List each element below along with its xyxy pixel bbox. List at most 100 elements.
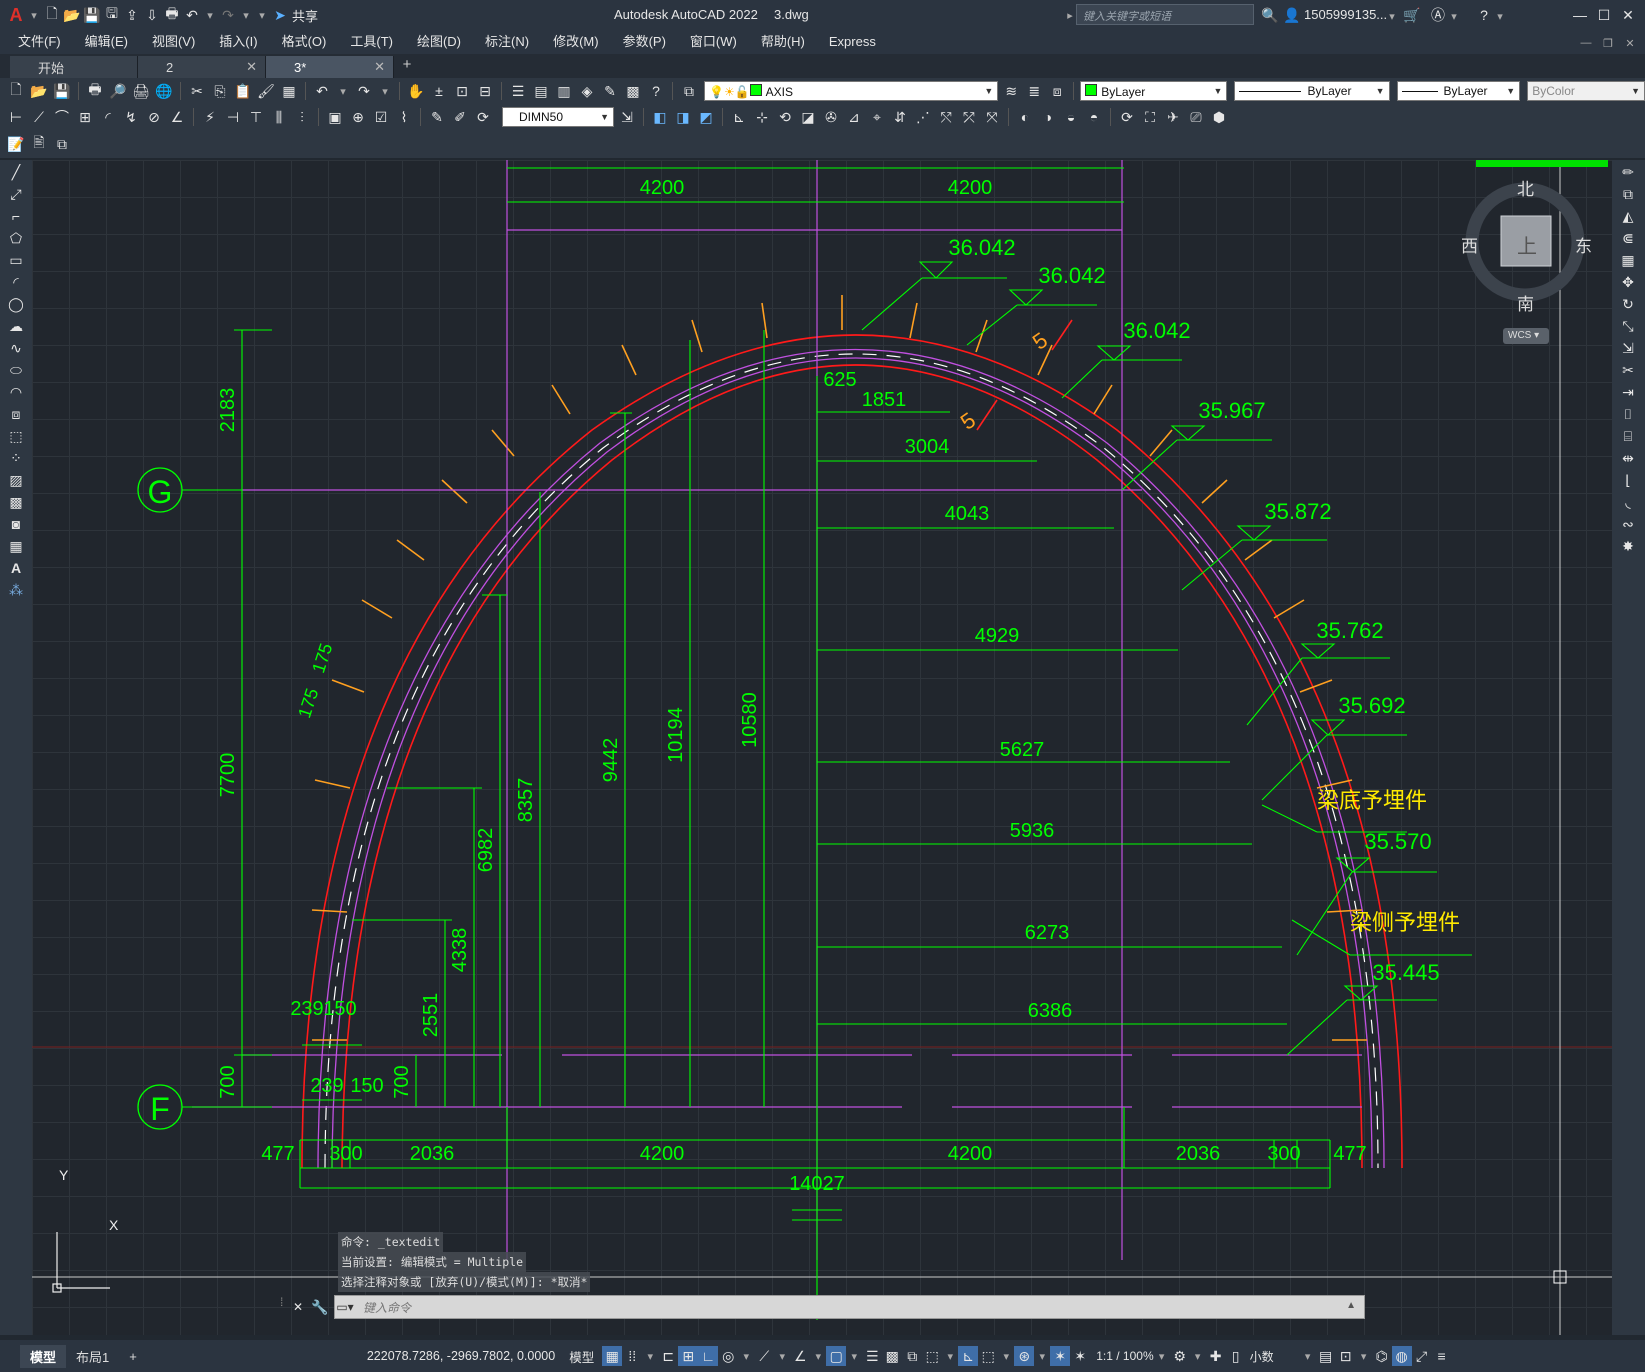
units-icon[interactable]: ▯	[1226, 1346, 1246, 1366]
a360-dropdown-icon[interactable]: ▾	[1446, 6, 1462, 26]
qnew-icon[interactable]: 🗋	[6, 81, 26, 101]
ucs-zaxis-icon[interactable]: ⇵	[890, 107, 910, 127]
user-dropdown-icon[interactable]: ▾	[1384, 6, 1400, 26]
inspection-icon[interactable]: ☑	[371, 107, 391, 127]
offset-icon[interactable]: ⋐	[1618, 228, 1638, 248]
region-icon[interactable]: ◙	[6, 514, 26, 534]
layer-isolate-icon[interactable]: ⧉	[52, 134, 72, 154]
compass-west[interactable]: 西	[1461, 232, 1478, 257]
continue-dim-icon[interactable]: ⊤	[246, 107, 266, 127]
undo-icon[interactable]: ↶	[182, 5, 202, 25]
quickcalc-icon[interactable]: ▩	[623, 81, 643, 101]
ellipse-icon[interactable]: ⬭	[6, 360, 26, 380]
copy-object-icon[interactable]: ⧉	[1618, 184, 1638, 204]
layer-previous-icon[interactable]: ≣	[1024, 81, 1044, 101]
publish-icon[interactable]: 🖨	[131, 81, 151, 101]
color-dropdown[interactable]: ByLayer ▼	[1080, 81, 1228, 101]
menu-express[interactable]: Express	[817, 30, 888, 54]
view-front-icon[interactable]: ◧	[650, 107, 670, 127]
tab-3[interactable]: 3* ✕	[266, 56, 394, 78]
polar-tracking-icon[interactable]: ◎	[718, 1346, 738, 1366]
paste-icon[interactable]: 📋	[233, 81, 253, 101]
save-icon[interactable]: 💾	[82, 5, 102, 25]
selection-filter-icon[interactable]: ⬚	[978, 1346, 998, 1366]
ucs-origin-icon[interactable]: ⌖	[867, 107, 887, 127]
walk-icon[interactable]: ⛶	[1140, 107, 1160, 127]
help-icon[interactable]: ?	[1474, 5, 1494, 25]
zoom-previous-icon[interactable]: ⊟	[475, 81, 495, 101]
visual-style-realistic-icon[interactable]: ◒	[1061, 107, 1081, 127]
markup-icon[interactable]: ✎	[600, 81, 620, 101]
annotation-monitor-icon[interactable]: ✚	[1206, 1346, 1226, 1366]
compass-east[interactable]: 东	[1575, 232, 1592, 257]
search-icon[interactable]: 🔍	[1260, 5, 1280, 25]
aligned-dim-icon[interactable]: ⟋	[29, 107, 49, 127]
layer-properties-icon[interactable]: ⧉	[679, 81, 699, 101]
close-tab-icon[interactable]: ✕	[374, 59, 385, 75]
doc-minimize-icon[interactable]: —	[1578, 33, 1594, 53]
menu-dimension[interactable]: 标注(N)	[473, 30, 541, 54]
osnap-dropdown-icon[interactable]: ▾	[846, 1346, 862, 1366]
text-edit-icon[interactable]: 📝	[6, 134, 26, 154]
arc-icon[interactable]: ◜	[6, 272, 26, 292]
help-dropdown-icon[interactable]: ▾	[1492, 6, 1508, 26]
scale-dropdown-icon[interactable]: ▾	[1154, 1346, 1170, 1366]
help-icon[interactable]: ?	[646, 81, 666, 101]
units-value[interactable]: 小数	[1250, 1348, 1274, 1365]
spline-icon[interactable]: ∿	[6, 338, 26, 358]
isodraft-dropdown-icon[interactable]: ▾	[774, 1346, 790, 1366]
minimize-icon[interactable]: —	[1570, 5, 1590, 25]
layer-on-icon[interactable]: 💡	[709, 85, 724, 99]
open-web-icon[interactable]: ⇪	[122, 5, 142, 25]
close-command-icon[interactable]: ✕	[288, 1297, 308, 1317]
zoom-realtime-icon[interactable]: ±	[429, 81, 449, 101]
visual-style-2d-icon[interactable]: ◐	[1015, 107, 1035, 127]
add-layout-button[interactable]: +	[119, 1347, 147, 1366]
view-left-icon[interactable]: ◩	[696, 107, 716, 127]
redo-icon[interactable]: ↷	[218, 5, 238, 25]
erase-icon[interactable]: ✏	[1618, 162, 1638, 182]
graphics-performance-icon[interactable]: ◍	[1391, 1346, 1412, 1366]
annotation-visibility-icon[interactable]: ✶	[1050, 1346, 1071, 1366]
polyline-icon[interactable]: ⌐	[6, 206, 26, 226]
dim-space-icon[interactable]: ⫼	[269, 107, 289, 127]
object-snap-icon[interactable]: ▢	[826, 1346, 847, 1366]
menu-modify[interactable]: 修改(M)	[541, 30, 611, 54]
construction-line-icon[interactable]: ⤢	[6, 184, 26, 204]
autocad-logo-icon[interactable]: A	[6, 5, 26, 25]
close-icon[interactable]: ✕	[1618, 5, 1638, 25]
sheet-set-icon[interactable]: ◈	[577, 81, 597, 101]
transparency-icon[interactable]: ▩	[882, 1346, 902, 1366]
break-point-icon[interactable]: ⌷	[1618, 404, 1638, 424]
menu-insert[interactable]: 插入(I)	[207, 30, 269, 54]
plotstyle-dropdown[interactable]: ByColor ▼	[1527, 81, 1645, 101]
tool-palettes-icon[interactable]: ▥	[554, 81, 574, 101]
trim-icon[interactable]: ✂	[1618, 360, 1638, 380]
revision-cloud-icon[interactable]: ☁	[6, 316, 26, 336]
cart-icon[interactable]: 🛒	[1402, 5, 1422, 25]
dim-update-icon[interactable]: ⟳	[473, 107, 493, 127]
lineweight-icon[interactable]: ☰	[862, 1346, 882, 1366]
open-file-icon[interactable]: 📂	[62, 5, 82, 25]
ellipse-arc-icon[interactable]: ◠	[6, 382, 26, 402]
maximize-icon[interactable]: ☐	[1594, 5, 1614, 25]
mirror-icon[interactable]: ◭	[1618, 206, 1638, 226]
isolate-objects-icon[interactable]: ⌬	[1372, 1346, 1392, 1366]
quick-properties-icon[interactable]: ▤	[1316, 1346, 1336, 1366]
diameter-dim-icon[interactable]: ⊘	[144, 107, 164, 127]
customize-qat-icon[interactable]: ▾	[254, 5, 270, 25]
redo-dropdown-icon[interactable]: ▾	[238, 5, 254, 25]
layer-freeze-icon[interactable]: ☀	[724, 85, 735, 99]
copy-icon[interactable]: ⎘	[210, 81, 230, 101]
publish-3d-icon[interactable]: 🌐	[154, 81, 174, 101]
compass-south[interactable]: 南	[1517, 290, 1534, 315]
ucs-face-icon[interactable]: ◪	[798, 107, 818, 127]
command-input[interactable]: 键入命令	[363, 1299, 411, 1316]
arc-length-icon[interactable]: ⌒	[52, 107, 72, 127]
ucs-z-icon[interactable]: ⤧	[982, 107, 1002, 127]
menu-draw[interactable]: 绘图(D)	[405, 30, 473, 54]
share-icon[interactable]: ➤	[270, 5, 290, 25]
tolerance-icon[interactable]: ▣	[325, 107, 345, 127]
layer-dropdown[interactable]: 💡☀🔓 AXIS ▼	[704, 81, 999, 101]
ucs-icon[interactable]: ⊾	[729, 107, 749, 127]
